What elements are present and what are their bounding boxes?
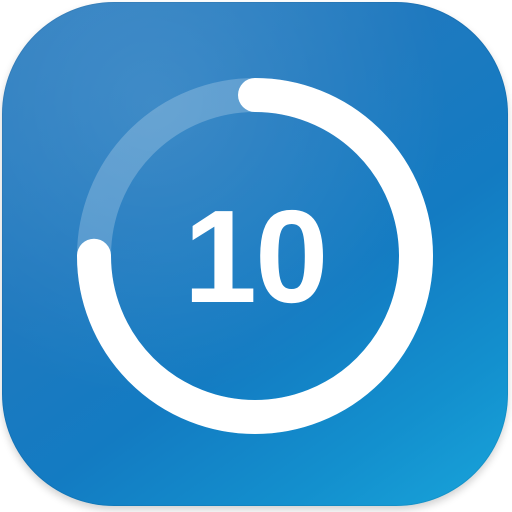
countdown-number: 10	[184, 183, 327, 330]
progress-ring: 10	[77, 78, 433, 434]
app-icon-container[interactable]: 10	[0, 0, 512, 512]
